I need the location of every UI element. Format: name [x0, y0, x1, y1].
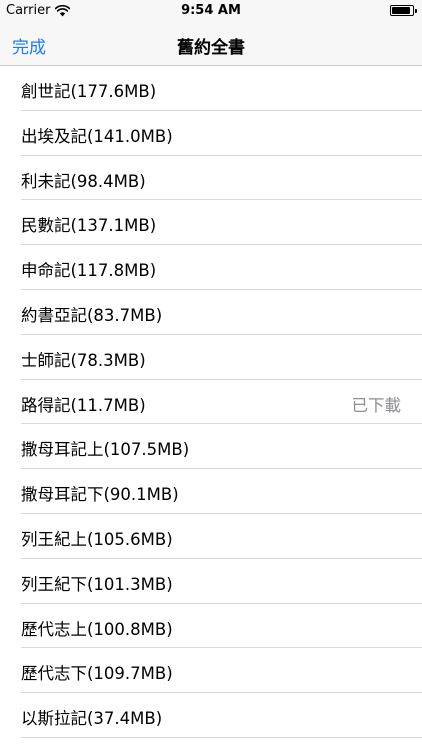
book-title: 歷代志下(109.7MB): [21, 664, 173, 684]
book-row[interactable]: 撒母耳記下(90.1MB): [0, 469, 422, 514]
done-button[interactable]: 完成: [12, 33, 46, 58]
book-row[interactable]: 列王紀上(105.6MB): [0, 514, 422, 559]
download-status: 已下載: [351, 395, 402, 415]
book-title: 路得記(11.7MB): [21, 395, 146, 415]
book-title: 約書亞記(83.7MB): [21, 305, 163, 325]
page-title: 舊約全書: [177, 38, 245, 58]
book-row[interactable]: 以斯拉記(37.4MB): [0, 693, 422, 738]
status-bar: Carrier 9:54 AM: [0, 0, 422, 22]
book-row[interactable]: 撒母耳記上(107.5MB): [0, 424, 422, 469]
book-row[interactable]: 歷代志下(109.7MB): [0, 648, 422, 693]
book-title: 撒母耳記上(107.5MB): [21, 440, 190, 460]
book-list: 創世記(177.6MB) 出埃及記(141.0MB) 利未記(98.4MB) 民數記(…: [0, 66, 422, 738]
book-title: 列王紀上(105.6MB): [21, 529, 173, 549]
status-time: 9:54 AM: [181, 3, 241, 18]
battery-icon: [390, 5, 417, 16]
book-title: 利未記(98.4MB): [21, 171, 146, 191]
book-title: 申命記(117.8MB): [21, 261, 157, 281]
book-row[interactable]: 歷代志上(100.8MB): [0, 604, 422, 649]
book-title: 士師記(78.3MB): [21, 350, 146, 370]
book-row[interactable]: 出埃及記(141.0MB): [0, 111, 422, 156]
book-row[interactable]: 列王紀下(101.3MB): [0, 559, 422, 604]
book-row[interactable]: 申命記(117.8MB): [0, 245, 422, 290]
battery-fill: [392, 7, 410, 14]
book-row[interactable]: 創世記(177.6MB): [0, 66, 422, 111]
book-title: 撒母耳記下(90.1MB): [21, 485, 179, 505]
book-title: 歷代志上(100.8MB): [21, 619, 173, 639]
battery-nub: [415, 9, 417, 13]
book-row[interactable]: 士師記(78.3MB): [0, 335, 422, 380]
book-row[interactable]: 利未記(98.4MB): [0, 156, 422, 201]
navigation-bar: 完成 舊約全書: [0, 22, 422, 66]
book-row[interactable]: 民數記(137.1MB): [0, 200, 422, 245]
book-row[interactable]: 約書亞記(83.7MB): [0, 290, 422, 335]
book-title: 創世記(177.6MB): [21, 82, 157, 101]
book-row[interactable]: 路得記(11.7MB) 已下載: [0, 380, 422, 425]
book-title: 民數記(137.1MB): [21, 216, 157, 236]
book-title: 列王紀下(101.3MB): [21, 574, 173, 594]
book-title: 以斯拉記(37.4MB): [21, 709, 163, 729]
book-title: 出埃及記(141.0MB): [21, 126, 173, 146]
